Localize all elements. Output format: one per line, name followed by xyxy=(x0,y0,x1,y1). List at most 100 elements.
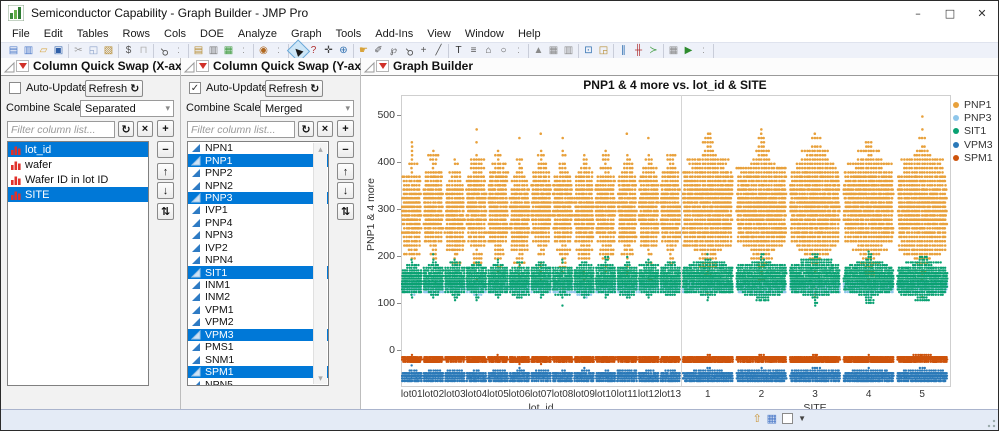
auto-update-checkbox-y[interactable]: ✓ xyxy=(189,82,201,94)
overflow-explore-icon[interactable]: : xyxy=(271,44,286,58)
copy-report-icon[interactable]: ◲ xyxy=(596,44,611,58)
list-item-inm2[interactable]: INM2 xyxy=(188,291,328,303)
annotate-polygon-icon[interactable]: ⌂ xyxy=(481,44,496,58)
combine-scales-dropdown-y[interactable]: Merged ▾ xyxy=(260,100,354,117)
filter-clear-button-x[interactable]: × xyxy=(137,121,153,137)
globe-tool-icon[interactable]: ⊕ xyxy=(336,44,351,58)
partition-platform-icon[interactable]: ≻ xyxy=(646,44,661,58)
collapse-toolbar-icon[interactable]: ▲ xyxy=(531,44,546,58)
add-column-button[interactable]: + xyxy=(157,120,174,137)
menu-tables[interactable]: Tables xyxy=(70,27,116,41)
list-item-site[interactable]: SITE xyxy=(8,187,148,202)
scroll-down-icon[interactable]: ▾ xyxy=(314,372,327,384)
fit-y-by-x-platform-icon[interactable]: ╫ xyxy=(631,44,646,58)
disclosure-icon[interactable] xyxy=(363,61,375,79)
menu-cols[interactable]: Cols xyxy=(157,27,193,41)
legend-item-pnp3[interactable]: PNP3 xyxy=(953,111,993,124)
list-item-npn3[interactable]: NPN3 xyxy=(188,229,328,241)
list-scrollbar[interactable]: ▴ ▾ xyxy=(313,143,327,384)
disclosure-icon[interactable] xyxy=(3,61,15,79)
run-script-icon[interactable]: ▶ xyxy=(681,44,696,58)
list-item-snm1[interactable]: SNM1 xyxy=(188,353,328,365)
swap-columns-button[interactable]: ⇅ xyxy=(337,203,354,220)
resize-grip-icon[interactable] xyxy=(984,416,996,428)
data-grid-icon[interactable]: ▦ xyxy=(546,44,561,58)
overflow-run-icon[interactable]: : xyxy=(696,44,711,58)
filter-input-x[interactable] xyxy=(7,121,115,138)
list-item-wafer-id-in-lot-id[interactable]: Wafer ID in lot ID xyxy=(8,172,148,187)
new-journal-icon[interactable]: ▤ xyxy=(6,44,21,58)
annotate-oval-icon[interactable]: ○ xyxy=(496,44,511,58)
list-item-ivp2[interactable]: IVP2 xyxy=(188,242,328,254)
menu-file[interactable]: File xyxy=(5,27,37,41)
filter-refresh-button-y[interactable]: ↻ xyxy=(298,121,314,137)
menu-window[interactable]: Window xyxy=(458,27,511,41)
summary-statistics-icon[interactable]: $ xyxy=(121,44,136,58)
line-tool-icon[interactable]: ╱ xyxy=(431,44,446,58)
scroll-to-top-icon[interactable]: ⇧ xyxy=(752,412,761,425)
menu-edit[interactable]: Edit xyxy=(37,27,70,41)
list-item-pnp3[interactable]: PNP3 xyxy=(188,192,328,204)
menu-help[interactable]: Help xyxy=(511,27,548,41)
column-list-x[interactable]: lot_idwaferWafer ID in lot IDSITE xyxy=(7,141,149,386)
remove-column-button[interactable]: − xyxy=(157,141,174,158)
filter-refresh-button-x[interactable]: ↻ xyxy=(118,121,134,137)
x-tick-label-site[interactable]: 4 xyxy=(855,389,883,400)
data-table-link-icon[interactable]: ▦ xyxy=(767,412,777,425)
annotate-lines-icon[interactable]: ≡ xyxy=(466,44,481,58)
red-triangle-menu-icon[interactable] xyxy=(16,60,29,72)
overflow-annotate-icon[interactable]: : xyxy=(511,44,526,58)
remove-column-button[interactable]: − xyxy=(337,141,354,158)
zoom-report-icon[interactable]: ⊡ xyxy=(581,44,596,58)
combine-scales-dropdown-x[interactable]: Separated ▾ xyxy=(80,100,174,117)
list-item-sit1[interactable]: SIT1 xyxy=(188,266,328,278)
brush-tool-icon[interactable]: ✐ xyxy=(371,44,386,58)
list-item-npn4[interactable]: NPN4 xyxy=(188,254,328,266)
auto-update-checkbox-x[interactable] xyxy=(9,82,21,94)
list-item-lot-id[interactable]: lot_id xyxy=(8,142,148,157)
move-down-button[interactable]: ↓ xyxy=(157,182,174,199)
x-tick-label-site[interactable]: 5 xyxy=(908,389,936,400)
legend-item-vpm3[interactable]: VPM3 xyxy=(953,138,993,151)
lock-icon[interactable]: ⊓ xyxy=(136,44,151,58)
red-triangle-menu-icon[interactable] xyxy=(376,60,389,72)
layout-icon[interactable]: ▥ xyxy=(206,44,221,58)
list-item-spm1[interactable]: SPM1 xyxy=(188,366,328,378)
x-tick-label-lot[interactable]: lot13 xyxy=(656,389,684,400)
legend-item-spm1[interactable]: SPM1 xyxy=(953,152,993,165)
x-tick-label-site[interactable]: 1 xyxy=(694,389,722,400)
menu-graph[interactable]: Graph xyxy=(284,27,329,41)
copy-icon[interactable]: ◱ xyxy=(86,44,101,58)
list-item-npn2[interactable]: NPN2 xyxy=(188,179,328,191)
menu-doe[interactable]: DOE xyxy=(193,27,231,41)
swap-columns-button[interactable]: ⇅ xyxy=(157,203,174,220)
disclosure-icon[interactable] xyxy=(183,61,195,79)
list-item-pnp2[interactable]: PNP2 xyxy=(188,167,328,179)
move-up-button[interactable]: ↑ xyxy=(337,163,354,180)
table-view-icon[interactable]: ▦ xyxy=(666,44,681,58)
list-item-ivp1[interactable]: IVP1 xyxy=(188,204,328,216)
list-item-vpm1[interactable]: VPM1 xyxy=(188,304,328,316)
list-item-pnp1[interactable]: PNP1 xyxy=(188,154,328,166)
red-triangle-menu-icon[interactable] xyxy=(196,60,209,72)
move-up-button[interactable]: ↑ xyxy=(157,163,174,180)
refresh-button-x[interactable]: Refresh ↻ xyxy=(85,80,143,97)
menu-analyze[interactable]: Analyze xyxy=(231,27,284,41)
list-item-wafer[interactable]: wafer xyxy=(8,157,148,172)
distribution-platform-icon[interactable]: ∥ xyxy=(616,44,631,58)
column-list-y[interactable]: ▴ ▾ NPN1PNP1PNP2NPN2PNP3IVP1PNP4NPN3IVP2… xyxy=(187,141,329,386)
open-data-table-icon[interactable]: ▱ xyxy=(36,44,51,58)
add-column-button[interactable]: + xyxy=(337,120,354,137)
list-item-vpm2[interactable]: VPM2 xyxy=(188,316,328,328)
x-tick-label-site[interactable]: 2 xyxy=(747,389,775,400)
legend-item-sit1[interactable]: SIT1 xyxy=(953,125,993,138)
menu-view[interactable]: View xyxy=(420,27,458,41)
legend-item-pnp1[interactable]: PNP1 xyxy=(953,98,993,111)
new-data-table-add-icon[interactable]: ▦ xyxy=(221,44,236,58)
filter-clear-button-y[interactable]: × xyxy=(317,121,333,137)
move-tool-icon[interactable]: ✛ xyxy=(321,44,336,58)
explore-outliers-icon[interactable]: ◉ xyxy=(256,44,271,58)
status-dropdown-icon[interactable]: ▼ xyxy=(798,414,806,423)
menu-rows[interactable]: Rows xyxy=(116,27,158,41)
filter-input-y[interactable] xyxy=(187,121,295,138)
